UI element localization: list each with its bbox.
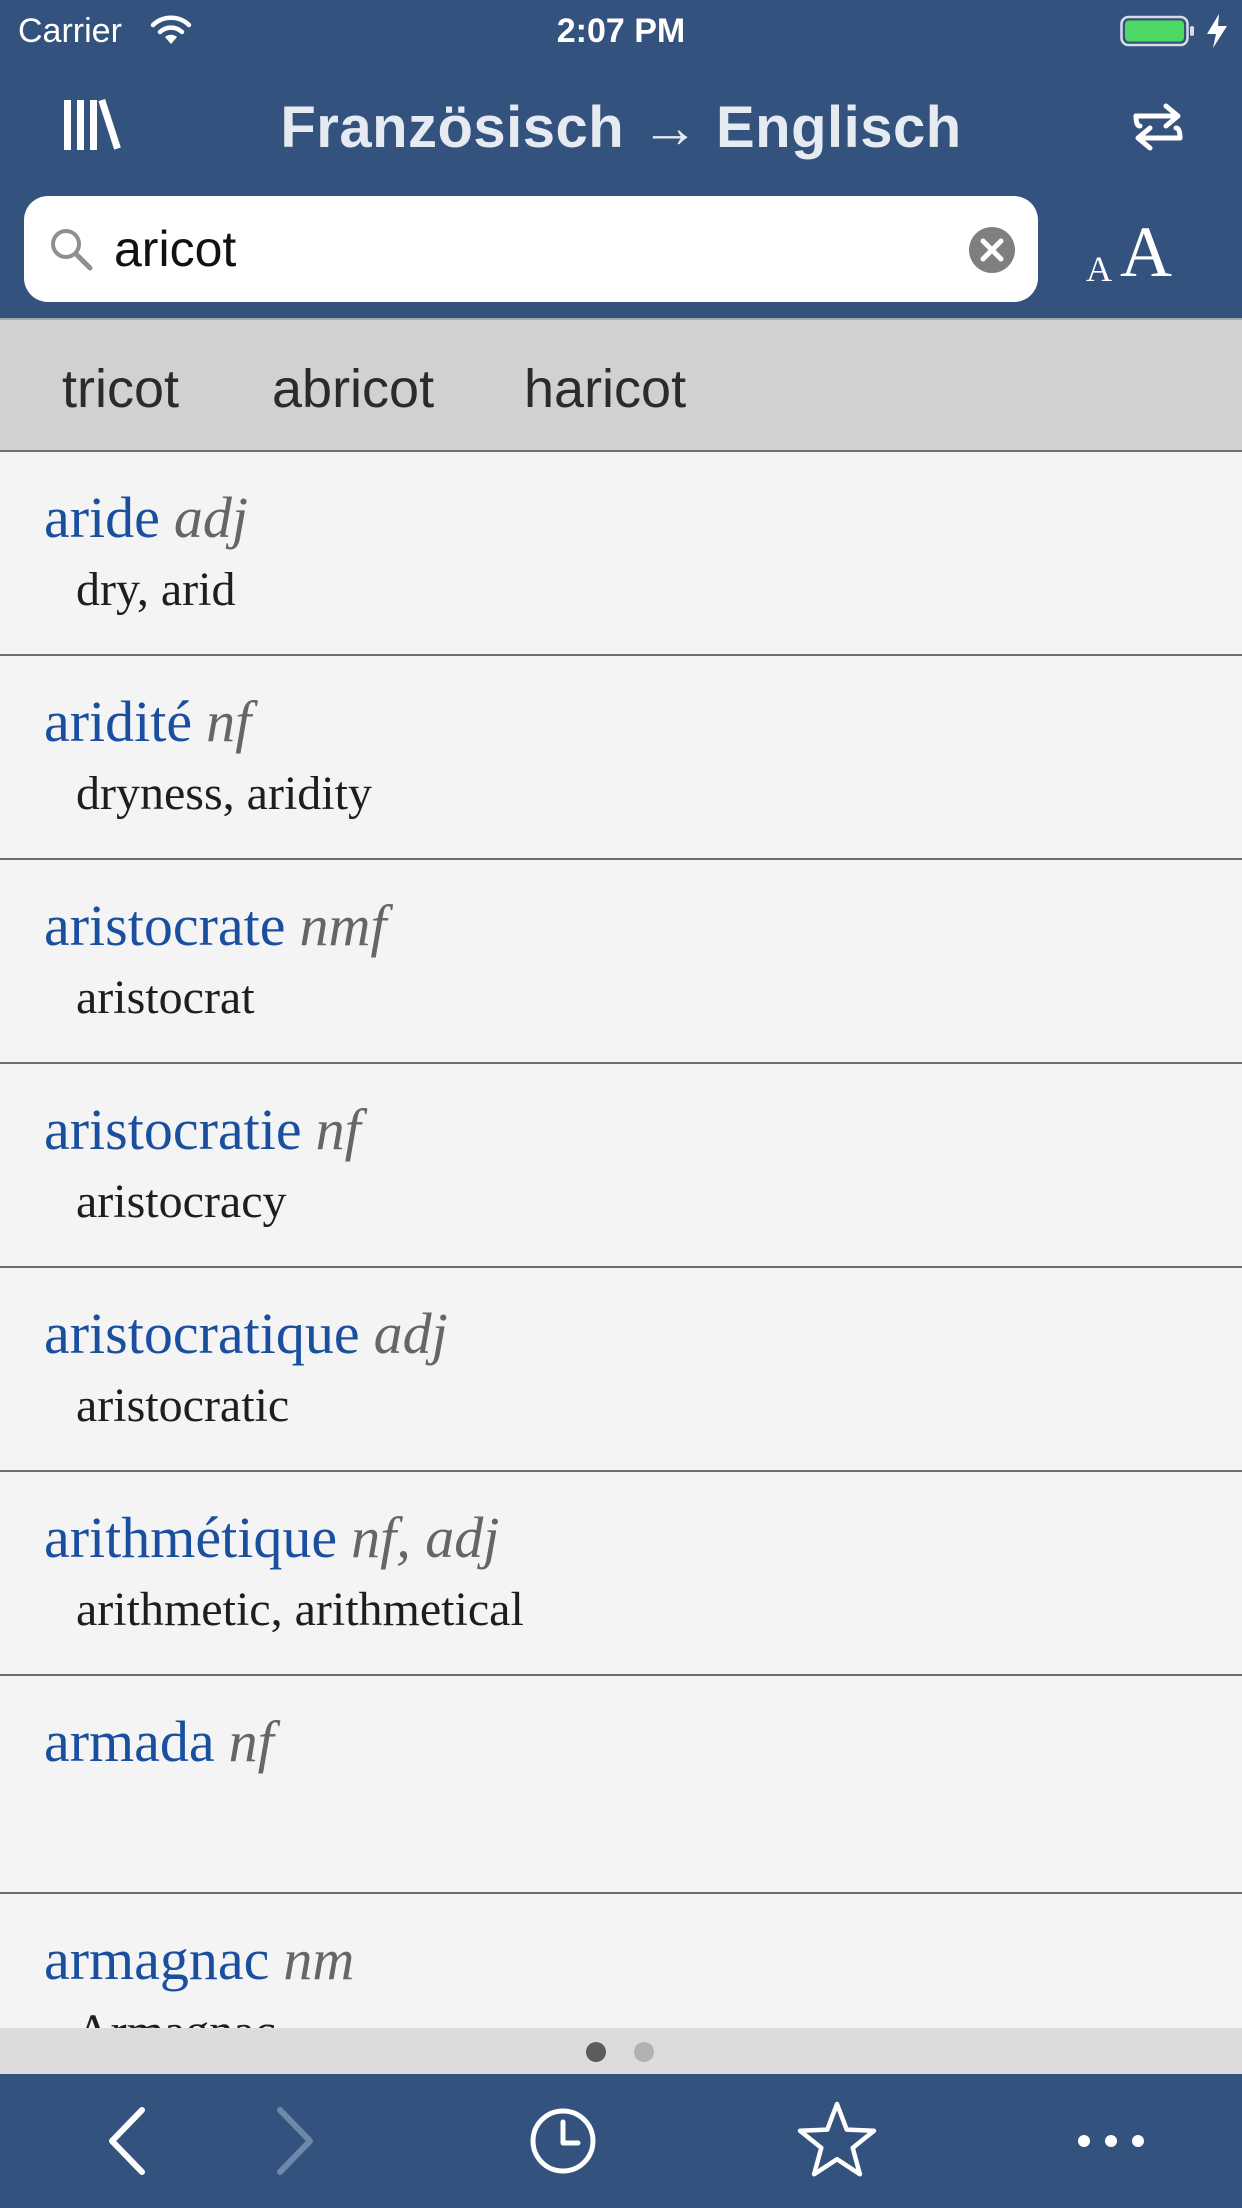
headword: aristocratique adj — [44, 1300, 448, 1367]
entry-pos: adj — [373, 1301, 448, 1366]
entry-term: aristocratie — [44, 1097, 302, 1162]
headword: aristocrate nmf — [44, 892, 387, 959]
more-icon[interactable] — [1066, 2096, 1156, 2186]
back-icon[interactable] — [82, 2096, 172, 2186]
entry-translation: aristocrat — [76, 971, 255, 1024]
search-input[interactable] — [114, 196, 974, 302]
entry-term: aridité — [44, 689, 193, 754]
status-bar: Carrier 2:07 PM — [0, 0, 1242, 62]
entry-term: armada — [44, 1709, 215, 1774]
list-item[interactable]: aride adj dry, arid — [0, 452, 1242, 656]
suggestion-chip[interactable]: haricot — [524, 358, 686, 420]
font-size-small-glyph: A — [1086, 249, 1112, 289]
entry-term: aride — [44, 485, 160, 550]
entry-list: aride adj dry, arid aridité nf dryness, ar… — [0, 452, 1242, 2028]
entry-pos: adj — [173, 485, 249, 550]
swap-direction-icon[interactable] — [1130, 96, 1186, 156]
entry-translation: dry, arid — [76, 563, 236, 616]
dictionary-direction-title[interactable]: Französisch → Englisch — [0, 94, 1242, 161]
clear-search-icon[interactable] — [968, 226, 1016, 274]
bottom-toolbar — [0, 2074, 1242, 2208]
headword: arithmétique nf, adj — [44, 1504, 499, 1571]
headword: aridité nf — [44, 688, 251, 755]
top-bar: Carrier 2:07 PM Französisch → Englisch A — [0, 0, 1242, 318]
entry-pos: nmf — [299, 893, 387, 958]
headword: aristocratie nf — [44, 1096, 361, 1163]
list-item[interactable]: aridité nf dryness, aridity — [0, 656, 1242, 860]
search-icon — [46, 224, 96, 274]
entry-pos: nf, adj — [351, 1505, 500, 1570]
spelling-suggestions: tricot abricot haricot — [0, 318, 1242, 452]
entry-translation: Armagnac — [76, 2004, 276, 2028]
entry-term: aristocrate — [44, 893, 286, 958]
history-icon[interactable] — [518, 2096, 608, 2186]
entry-translation: aristocracy — [76, 1175, 287, 1228]
headword: armada nf — [44, 1708, 274, 1775]
entry-term: arithmétique — [44, 1505, 338, 1570]
list-item[interactable]: aristocrate nmf aristocrat — [0, 860, 1242, 1064]
list-item[interactable]: aristocratie nf aristocracy — [0, 1064, 1242, 1268]
list-item[interactable]: arithmétique nf, adj arithmetic, arithmet… — [0, 1472, 1242, 1676]
battery-icon — [1120, 14, 1196, 48]
font-size-large-glyph: A — [1120, 212, 1172, 292]
entry-pos: nm — [283, 1927, 355, 1992]
charging-bolt-icon — [1204, 12, 1230, 50]
entry-translation: dryness, aridity — [76, 767, 372, 820]
forward-icon[interactable] — [250, 2096, 340, 2186]
list-item[interactable]: armada nf — [0, 1676, 1242, 1894]
entry-translation: arithmetic, arithmetical — [76, 1583, 524, 1636]
suggestion-chip[interactable]: abricot — [272, 358, 434, 420]
entry-pos: nf — [315, 1097, 361, 1162]
suggestion-chip[interactable]: tricot — [62, 358, 179, 420]
headword: armagnac nm — [44, 1926, 354, 1993]
font-size-button[interactable]: A A — [1080, 212, 1190, 298]
list-item[interactable]: aristocratique adj aristocratic — [0, 1268, 1242, 1472]
search-field[interactable] — [24, 196, 1038, 302]
favorites-star-icon[interactable] — [792, 2096, 882, 2186]
headword: aride adj — [44, 484, 248, 551]
entry-term: aristocratique — [44, 1301, 360, 1366]
page-indicator[interactable] — [0, 2028, 1242, 2074]
page-dot-inactive — [634, 2042, 654, 2062]
page-dot-active — [586, 2042, 606, 2062]
entry-term: armagnac — [44, 1927, 270, 1992]
entry-pos: nf — [206, 689, 252, 754]
list-item[interactable]: armagnacnm Armagnac — [0, 1894, 1242, 2028]
status-time: 2:07 PM — [556, 12, 686, 50]
nav-bar: Französisch → Englisch — [0, 72, 1242, 182]
entry-pos: nf — [228, 1709, 274, 1774]
entry-translation: aristocratic — [76, 1379, 290, 1432]
